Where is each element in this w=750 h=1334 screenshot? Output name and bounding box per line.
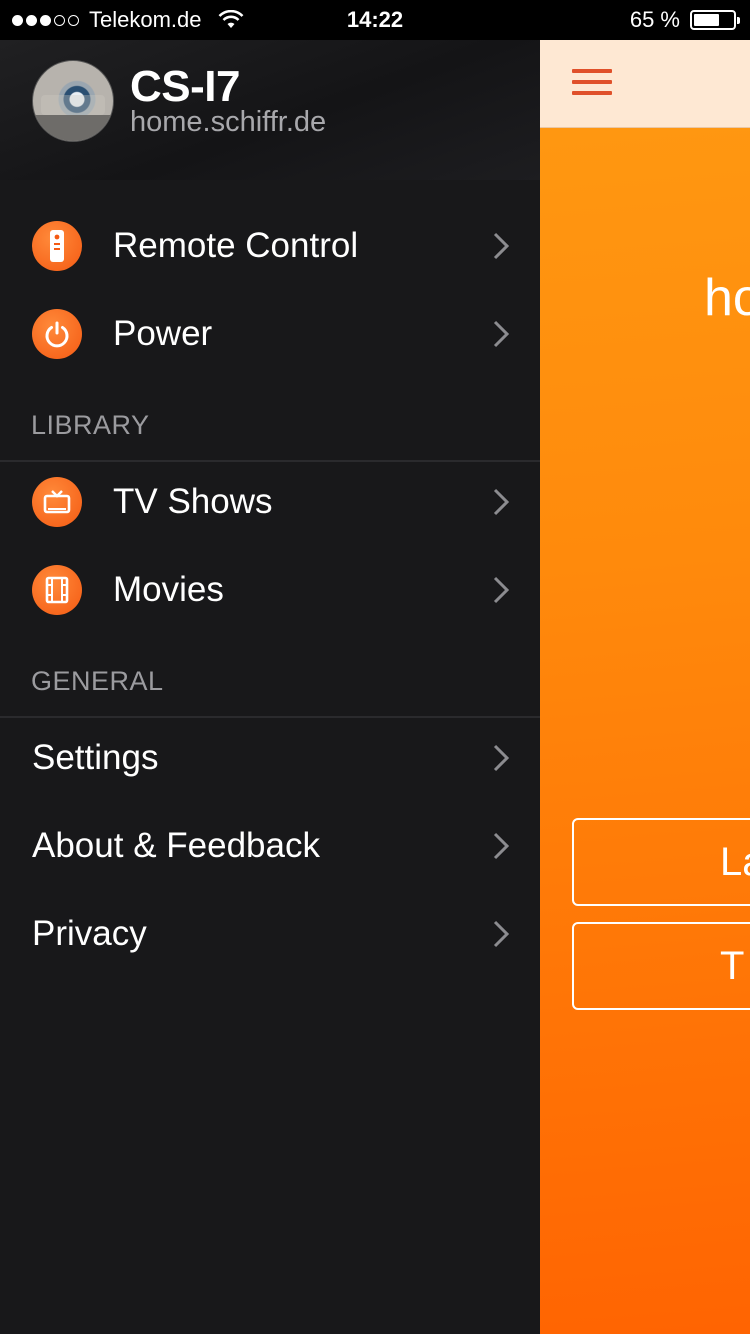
drawer-header[interactable]: CS-I7 home.schiffr.de xyxy=(0,40,540,180)
menu-item-about-feedback[interactable]: About & Feedback xyxy=(0,802,540,890)
hamburger-icon[interactable] xyxy=(572,69,612,97)
menu-item-settings[interactable]: Settings xyxy=(0,714,540,802)
chevron-right-icon xyxy=(493,744,510,772)
menu-item-label: Privacy xyxy=(32,914,147,953)
device-host: home.schiffr.de xyxy=(130,106,327,138)
film-icon xyxy=(32,565,82,615)
chevron-right-icon xyxy=(493,320,510,348)
menu-item-label: Movies xyxy=(113,570,224,609)
status-right: 65 % xyxy=(629,7,740,33)
side-drawer: CS-I7 home.schiffr.de Remote Control Pow… xyxy=(0,40,540,1334)
tv-icon xyxy=(32,477,82,527)
menu-item-label: Remote Control xyxy=(113,226,359,265)
menu-item-remote-control[interactable]: Remote Control xyxy=(0,202,540,290)
menu-item-label: Settings xyxy=(32,738,159,777)
chevron-right-icon xyxy=(493,920,510,948)
device-name: CS-I7 xyxy=(130,62,240,111)
battery-percent: 65 % xyxy=(629,7,680,32)
menu-item-power[interactable]: Power xyxy=(0,290,540,378)
chevron-right-icon xyxy=(493,832,510,860)
menu-item-tv-shows[interactable]: TV Shows xyxy=(0,458,540,546)
status-bar: Telekom.de 14:22 65 % xyxy=(0,0,750,40)
main-heading: ho xyxy=(704,269,750,327)
menu-item-label: TV Shows xyxy=(113,482,273,521)
chevron-right-icon xyxy=(493,576,510,604)
main-button-secondary[interactable]: T xyxy=(572,922,750,1010)
main-button-primary[interactable]: La xyxy=(572,818,750,906)
main-content[interactable]: ho La T xyxy=(540,40,750,1334)
section-header-library: LIBRARY xyxy=(0,410,540,462)
menu-item-privacy[interactable]: Privacy xyxy=(0,890,540,978)
battery-icon xyxy=(690,10,740,30)
nav-bar xyxy=(540,40,750,128)
section-header-general: GENERAL xyxy=(0,666,540,718)
menu-item-label: Power xyxy=(113,314,213,353)
device-avatar xyxy=(32,60,114,142)
chevron-right-icon xyxy=(493,488,510,516)
menu-item-movies[interactable]: Movies xyxy=(0,546,540,634)
remote-icon xyxy=(32,221,82,271)
power-icon xyxy=(32,309,82,359)
menu-item-label: About & Feedback xyxy=(32,826,320,865)
chevron-right-icon xyxy=(493,232,510,260)
